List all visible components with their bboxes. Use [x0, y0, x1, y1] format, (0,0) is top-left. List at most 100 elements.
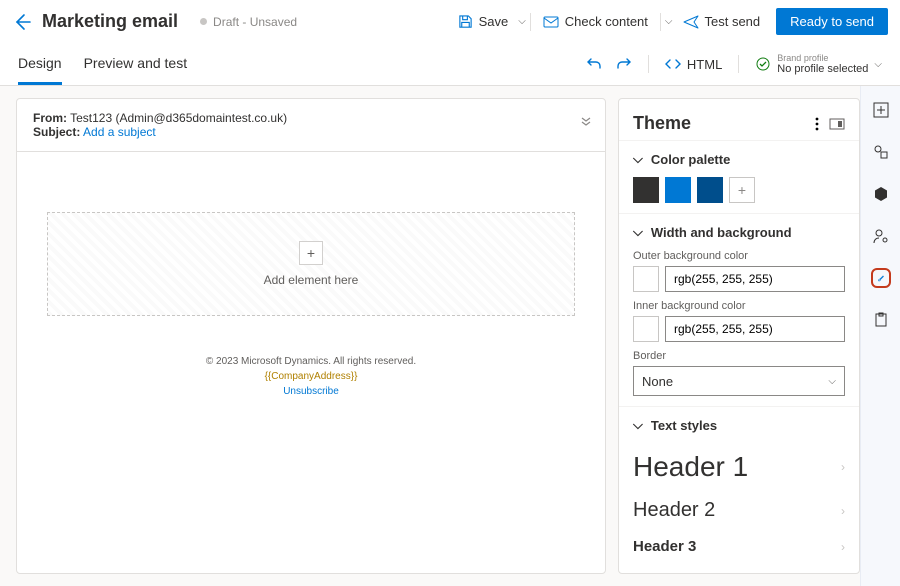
- separator: [648, 55, 649, 73]
- collapse-header-button[interactable]: [579, 113, 593, 127]
- separator: [660, 13, 661, 31]
- color-palette-label: Color palette: [651, 152, 730, 167]
- check-content-label: Check content: [565, 14, 648, 29]
- palette-swatch-3[interactable]: [697, 177, 723, 203]
- html-view-button[interactable]: HTML: [665, 57, 722, 72]
- inner-bg-label: Inner background color: [633, 300, 845, 312]
- outer-bg-input[interactable]: [665, 266, 845, 292]
- expand-panel-button[interactable]: [829, 118, 845, 130]
- add-swatch-button[interactable]: +: [729, 177, 755, 203]
- chevron-right-icon: ›: [841, 504, 845, 518]
- add-square-icon: [873, 102, 889, 118]
- chevron-down-icon: ⌵: [828, 376, 836, 387]
- expand-icon: [829, 118, 845, 130]
- right-tool-rail: [860, 86, 900, 586]
- draft-status: Draft - Unsaved: [200, 15, 297, 29]
- from-label: From:: [33, 111, 67, 125]
- chevron-down-icon: ⌵: [633, 417, 643, 433]
- shapes-icon: [873, 144, 889, 160]
- footer-company-token: {{CompanyAddress}}: [206, 369, 416, 384]
- border-label: Border: [633, 350, 845, 362]
- brand-profile-selector[interactable]: Brand profile No profile selected ⌵: [755, 54, 882, 76]
- inner-bg-input[interactable]: [665, 316, 845, 342]
- double-chevron-icon: [579, 113, 593, 127]
- check-content-button[interactable]: Check content: [535, 9, 656, 34]
- from-value: Test123 (Admin@d365domaintest.co.uk): [70, 111, 287, 125]
- test-send-button[interactable]: Test send: [675, 9, 769, 34]
- separator: [530, 13, 531, 31]
- dropzone-hint: Add element here: [264, 273, 359, 287]
- border-value: None: [642, 374, 673, 389]
- add-subject-link[interactable]: Add a subject: [83, 125, 156, 139]
- add-element-dropzone[interactable]: + Add element here: [47, 212, 575, 316]
- text-style-paragraph[interactable]: Paragraph ›: [633, 563, 845, 573]
- chevron-down-icon: ⌵: [633, 224, 643, 240]
- redo-icon: [616, 56, 632, 72]
- html-label: HTML: [687, 57, 722, 72]
- rail-layout[interactable]: [871, 142, 891, 162]
- palette-swatch-1[interactable]: [633, 177, 659, 203]
- tab-preview[interactable]: Preview and test: [84, 44, 188, 85]
- hex-icon: [873, 186, 889, 202]
- tab-design[interactable]: Design: [18, 44, 62, 85]
- redo-button[interactable]: [616, 56, 632, 72]
- undo-icon: [586, 56, 602, 72]
- text-styles-section-toggle[interactable]: ⌵ Text styles: [633, 417, 845, 433]
- h3-sample: Header 3: [633, 538, 696, 555]
- save-label: Save: [479, 14, 509, 29]
- save-button[interactable]: Save: [450, 9, 517, 34]
- h1-sample: Header 1: [633, 451, 748, 483]
- more-vertical-icon: [815, 117, 819, 131]
- footer-rights: © 2023 Microsoft Dynamics. All rights re…: [206, 354, 416, 369]
- inner-bg-swatch[interactable]: [633, 316, 659, 342]
- chevron-right-icon: ›: [841, 540, 845, 554]
- check-chevron[interactable]: ⌵: [665, 16, 673, 27]
- more-options-button[interactable]: [815, 117, 819, 131]
- ready-to-send-button[interactable]: Ready to send: [776, 8, 888, 35]
- rail-theme[interactable]: [871, 268, 891, 288]
- rail-assets[interactable]: [871, 310, 891, 330]
- p-sample: Paragraph: [633, 571, 694, 573]
- save-icon: [458, 14, 473, 29]
- unsubscribe-link[interactable]: Unsubscribe: [206, 384, 416, 399]
- plus-icon: +: [299, 241, 323, 265]
- arrow-left-icon: [12, 12, 32, 32]
- code-icon: [665, 57, 681, 71]
- save-chevron[interactable]: ⌵: [518, 16, 526, 27]
- send-icon: [683, 15, 699, 29]
- chevron-right-icon: ›: [841, 572, 845, 574]
- text-styles-label: Text styles: [651, 418, 717, 433]
- email-canvas: From: Test123 (Admin@d365domaintest.co.u…: [16, 98, 606, 574]
- status-text: Draft - Unsaved: [213, 15, 297, 29]
- mail-check-icon: [543, 15, 559, 29]
- theme-panel: Theme ⌵ Color palette +: [618, 98, 860, 574]
- border-select[interactable]: None ⌵: [633, 366, 845, 396]
- email-footer: © 2023 Microsoft Dynamics. All rights re…: [206, 354, 416, 399]
- palette-swatch-2[interactable]: [665, 177, 691, 203]
- outer-bg-swatch[interactable]: [633, 266, 659, 292]
- page-title: Marketing email: [42, 11, 178, 32]
- width-background-label: Width and background: [651, 225, 792, 240]
- undo-button[interactable]: [586, 56, 602, 72]
- h2-sample: Header 2: [633, 499, 715, 522]
- color-palette-section-toggle[interactable]: ⌵ Color palette: [633, 151, 845, 167]
- brand-profile-caption: Brand profile: [777, 54, 868, 64]
- brand-profile-value: No profile selected: [777, 63, 868, 75]
- theme-title: Theme: [633, 113, 805, 134]
- person-settings-icon: [873, 228, 889, 244]
- rail-personalize[interactable]: [871, 226, 891, 246]
- text-style-h2[interactable]: Header 2 ›: [633, 491, 845, 530]
- email-header: From: Test123 (Admin@d365domaintest.co.u…: [17, 99, 605, 152]
- chevron-down-icon: ⌵: [633, 151, 643, 167]
- width-background-section-toggle[interactable]: ⌵ Width and background: [633, 224, 845, 240]
- back-button[interactable]: [12, 12, 32, 32]
- status-dot-icon: [200, 18, 207, 25]
- chevron-right-icon: ›: [841, 460, 845, 474]
- text-style-h3[interactable]: Header 3 ›: [633, 530, 845, 563]
- rail-settings[interactable]: [871, 184, 891, 204]
- outer-bg-label: Outer background color: [633, 250, 845, 262]
- test-send-label: Test send: [705, 14, 761, 29]
- text-style-h1[interactable]: Header 1 ›: [633, 443, 845, 491]
- subject-label: Subject:: [33, 125, 80, 139]
- rail-add-element[interactable]: [871, 100, 891, 120]
